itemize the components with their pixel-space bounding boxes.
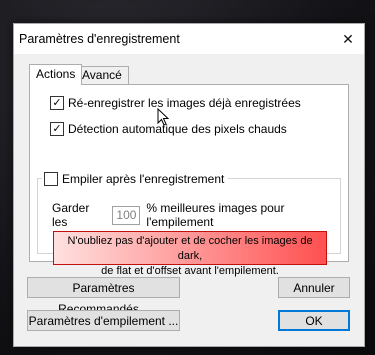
keep-suffix-label: % meilleures images pour l'empilement <box>146 201 285 229</box>
close-icon[interactable]: ✕ <box>332 24 364 54</box>
registration-settings-dialog: Paramètres d'enregistrement ✕ Actions Av… <box>13 23 365 347</box>
stack-after-checkbox[interactable] <box>44 172 58 186</box>
keep-percent-input[interactable]: 100 <box>112 205 141 225</box>
stack-after-option[interactable]: Empiler après l'enregistrement <box>42 172 229 186</box>
mouse-cursor-icon <box>157 108 169 126</box>
stacking-settings-button[interactable]: Paramètres d'empilement ... <box>27 310 180 331</box>
keep-best-row: Garder les 100 % meilleures images pour … <box>52 201 348 229</box>
window-title: Paramètres d'enregistrement <box>19 32 180 46</box>
cancel-button[interactable]: Annuler <box>278 277 350 298</box>
actions-tab-panel: ✓ Ré-enregistrer les images déjà enregis… <box>29 84 349 277</box>
ok-button[interactable]: OK <box>278 310 350 331</box>
stack-after-label: Empiler après l'enregistrement <box>62 172 225 186</box>
reregister-option[interactable]: ✓ Ré-enregistrer les images déjà enregis… <box>50 96 301 110</box>
recommended-settings-button[interactable]: Paramètres Recommandés... <box>27 277 180 316</box>
hot-pixels-checkbox[interactable]: ✓ <box>50 122 64 136</box>
tab-actions[interactable]: Actions <box>29 64 83 85</box>
title-bar: Paramètres d'enregistrement ✕ <box>14 24 364 54</box>
warning-message: N'oubliez pas d'ajouter et de cocher les… <box>53 231 327 277</box>
reregister-checkbox[interactable]: ✓ <box>50 96 64 110</box>
hot-pixels-label: Détection automatique des pixels chauds <box>68 122 287 136</box>
warning-line-1: N'oubliez pas d'ajouter et de cocher les… <box>67 235 313 262</box>
tab-avance[interactable]: Avancé <box>75 66 129 84</box>
keep-prefix-label: Garder les <box>52 201 90 229</box>
reregister-label: Ré-enregistrer les images déjà enregistr… <box>68 96 301 110</box>
